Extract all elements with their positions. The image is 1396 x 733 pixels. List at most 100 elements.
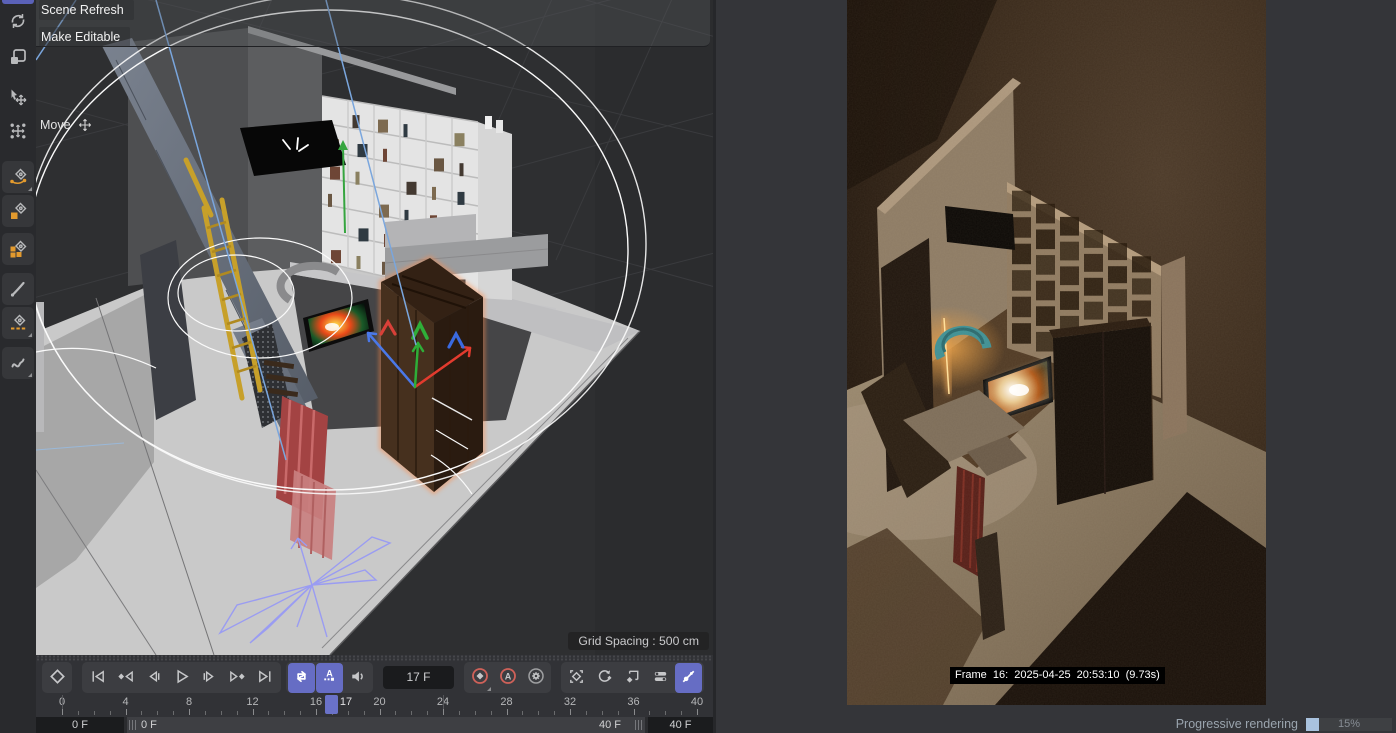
ruler-tick: [490, 711, 492, 715]
move-tool-icon[interactable]: [2, 81, 34, 113]
viewport-scene-svg: [36, 0, 713, 655]
render-image: [847, 0, 1266, 705]
autokey-button[interactable]: A: [494, 663, 521, 693]
animation-timeline-panel: A 17 F A 4 8 12 16 20 28 32 36 40 17 0 F…: [36, 655, 713, 733]
ruler-tick: [681, 711, 683, 715]
ruler-label-28: 28: [500, 696, 513, 708]
ruler-tick: [236, 711, 238, 715]
record-scale-toggle[interactable]: [619, 663, 646, 693]
ruler-label-16: 16: [309, 696, 323, 708]
range-slider-end-label: 40 F: [598, 719, 621, 731]
active-tool-label: Move: [40, 118, 92, 132]
ruler-tick: [284, 711, 286, 715]
record-position-toggle[interactable]: [563, 663, 590, 693]
prev-frame-button[interactable]: [140, 663, 167, 693]
refresh-icon[interactable]: [2, 5, 34, 37]
ruler-tick: [300, 711, 302, 715]
viewport-3d[interactable]: Scene Refresh Make Editable Move Grid Sp…: [36, 0, 713, 655]
timeline-ruler[interactable]: 0481216202428323640 17: [36, 695, 713, 716]
keyframe-a-mode-button[interactable]: A: [316, 662, 343, 693]
ruler-tick: [427, 711, 429, 715]
ruler-tick: [554, 711, 556, 715]
context-menu-overlay: Scene Refresh Make Editable: [36, 0, 710, 47]
svg-text:A: A: [326, 668, 333, 678]
current-frame-field[interactable]: 17 F: [383, 666, 454, 689]
spline-pen-icon[interactable]: [2, 161, 34, 193]
ruler-tick: [220, 711, 222, 715]
freehand-spline-icon[interactable]: [2, 347, 34, 379]
go-end-button[interactable]: [252, 663, 279, 693]
preview-range-slider[interactable]: 0 F 40 F: [127, 717, 645, 733]
make-editable-icon[interactable]: [2, 41, 34, 73]
tool-label-text: Move: [40, 118, 71, 132]
active-tool-highlight: [2, 0, 34, 4]
ruler-tick: [522, 711, 524, 715]
ruler-tick: [617, 711, 619, 715]
next-frame-button[interactable]: [196, 663, 223, 693]
svg-text:A: A: [504, 671, 511, 681]
menu-item-make-editable[interactable]: Make Editable: [39, 27, 131, 47]
go-start-button[interactable]: [84, 663, 111, 693]
ruler-tick: [538, 711, 540, 715]
keying-settings-button[interactable]: [522, 663, 549, 693]
render-progress-bar: 15%: [1306, 718, 1392, 731]
keyframe-diamond-button[interactable]: [42, 662, 72, 693]
ruler-tick: [157, 711, 159, 715]
range-grip-left[interactable]: [129, 720, 137, 730]
loop-mode-button[interactable]: [288, 662, 315, 693]
ruler-tick: [125, 709, 127, 715]
keying-type-group: [561, 662, 704, 693]
brush-icon[interactable]: [2, 273, 34, 305]
playhead[interactable]: [325, 695, 339, 714]
spline-dash-pen-icon[interactable]: [2, 307, 34, 339]
ruler-tick: [62, 709, 63, 715]
transform-tool-icon[interactable]: [2, 115, 34, 147]
prev-key-button[interactable]: [112, 663, 139, 693]
record-keyframe-button[interactable]: [466, 663, 493, 693]
ruler-tick: [395, 711, 397, 715]
panel-divider: [713, 0, 716, 733]
ruler-label-12: 12: [246, 696, 259, 708]
ruler-tick: [633, 709, 635, 715]
ruler-tick: [93, 711, 95, 715]
application-window: Scene Refresh Make Editable Move Grid Sp…: [0, 0, 1396, 733]
record-pla-toggle[interactable]: [675, 662, 702, 693]
progressive-rendering-label: Progressive rendering: [1175, 717, 1298, 731]
next-key-button[interactable]: [224, 663, 251, 693]
range-slider-start-label: 0 F: [141, 719, 157, 731]
ruler-tick: [474, 711, 476, 715]
render-progress-percent: 15%: [1337, 718, 1361, 730]
ruler-tick: [347, 711, 349, 715]
ruler-tick: [379, 709, 381, 715]
menu-item-scene-refresh[interactable]: Scene Refresh: [39, 0, 134, 20]
ruler-tick: [411, 711, 413, 715]
ruler-tick: [697, 709, 698, 715]
ruler-tick: [173, 711, 175, 715]
range-start-field[interactable]: 0 F: [36, 717, 124, 733]
ruler-label-40: 40: [690, 696, 704, 708]
left-toolbar: [0, 0, 36, 733]
preview-range-row: 0 F 0 F 40 F 40 F: [36, 717, 713, 733]
ruler-label-36: 36: [627, 696, 640, 708]
range-grip-right[interactable]: [635, 720, 643, 730]
ruler-tick: [141, 711, 143, 715]
ruler-tick: [585, 711, 587, 715]
record-parameter-toggle[interactable]: [647, 663, 674, 693]
play-button[interactable]: [168, 663, 195, 693]
spline-cubes-icon[interactable]: [2, 233, 34, 265]
ruler-tick: [649, 711, 651, 715]
spline-square-pen-icon[interactable]: [2, 195, 34, 227]
sound-toggle-button[interactable]: [344, 663, 371, 693]
ruler-label-20: 20: [373, 696, 386, 708]
render-view: Frame 16: 2025-04-25 20:53:10 (9.73s): [847, 0, 1266, 705]
ruler-tick: [204, 711, 206, 715]
ruler-tick: [77, 711, 79, 715]
record-rotation-toggle[interactable]: [591, 663, 618, 693]
render-frame-info: Frame 16: 2025-04-25 20:53:10 (9.73s): [950, 667, 1165, 684]
ruler-tick: [189, 709, 190, 715]
ruler-tick: [316, 709, 317, 715]
ruler-tick: [109, 711, 111, 715]
range-end-field[interactable]: 40 F: [648, 717, 713, 733]
ruler-tick: [601, 711, 603, 715]
timeline-drag-handle[interactable]: [36, 655, 713, 661]
